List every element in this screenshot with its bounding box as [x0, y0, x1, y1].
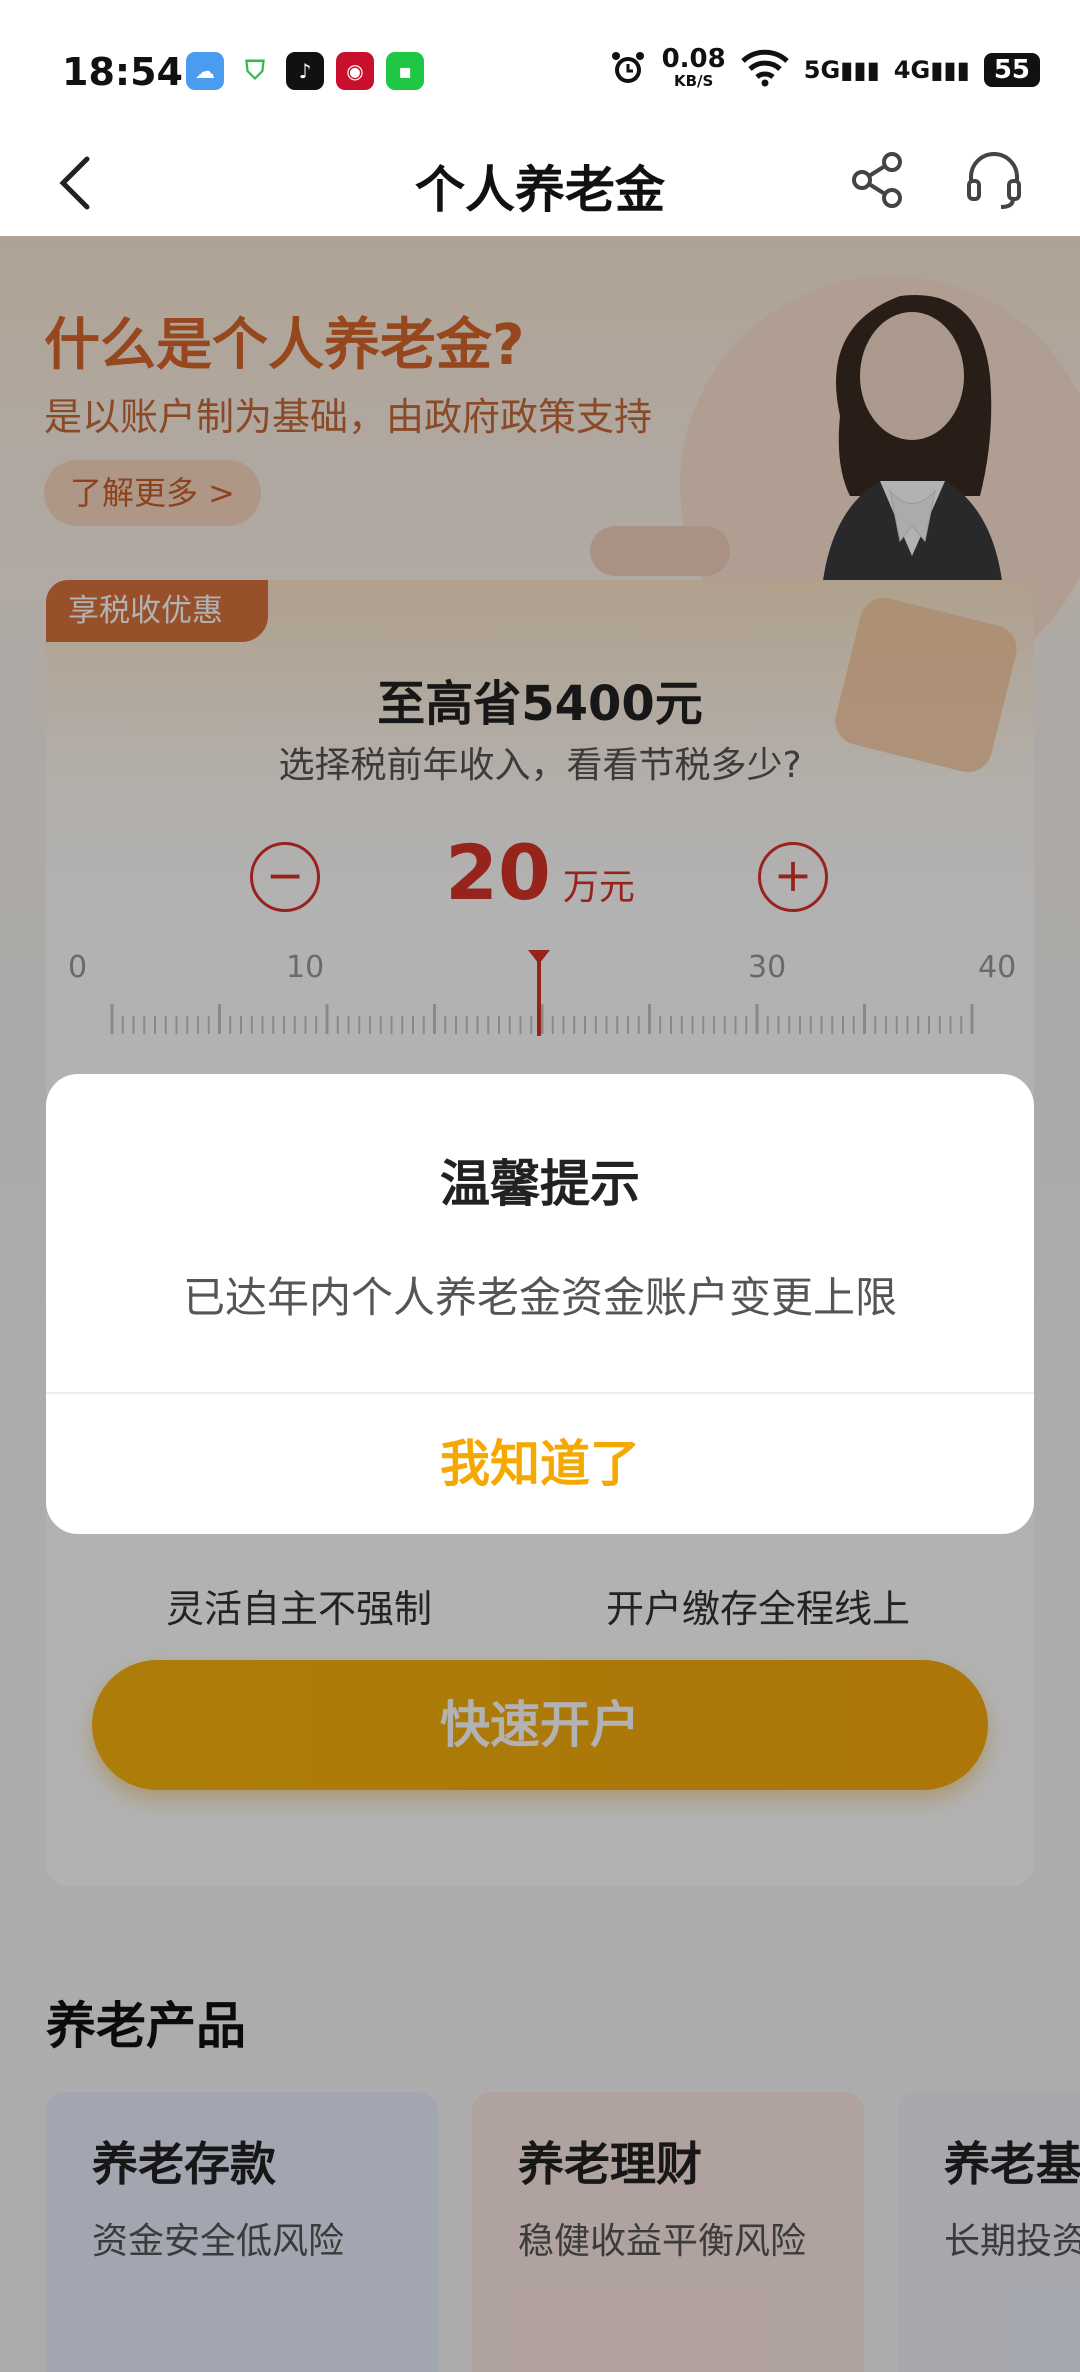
bank-app-icon: ◉ [336, 52, 374, 90]
dialog-title: 温馨提示 [440, 1155, 640, 1213]
share-button[interactable] [842, 144, 914, 216]
dialog-message: 已达年内个人养老金资金账户变更上限 [182, 1273, 897, 1322]
status-bar: 18:54 ☁ ⛉ ♪ ◉ ▪ 0.08 KB/S 5G▮▮▮ 4G▮▮▮ 55 [0, 0, 1080, 130]
headset-icon [967, 152, 1021, 209]
navigation-bar: 个人养老金 [0, 130, 1080, 236]
status-time: 18:54 [62, 50, 183, 94]
page-title: 个人养老金 [415, 161, 665, 219]
shield-app-icon: ⛉ [236, 52, 274, 90]
wifi-icon [740, 49, 790, 91]
alarm-icon [608, 48, 648, 92]
status-app-icons: ☁ ⛉ ♪ ◉ ▪ [186, 52, 424, 90]
charging-app-icon: ▪ [386, 52, 424, 90]
battery-indicator: 55 [983, 53, 1040, 87]
status-indicators: 0.08 KB/S 5G▮▮▮ 4G▮▮▮ 55 [608, 44, 1040, 92]
customer-service-button[interactable] [958, 144, 1030, 216]
dialog-confirm-button[interactable]: 我知道了 [46, 1394, 1034, 1534]
signal-4g-icon: 4G▮▮▮ [893, 56, 970, 84]
notice-dialog: 温馨提示 已达年内个人养老金资金账户变更上限 我知道了 [46, 1074, 1034, 1534]
network-speed: 0.08 KB/S [661, 44, 726, 90]
share-icon [852, 152, 902, 208]
weather-app-icon: ☁ [186, 52, 224, 90]
signal-5g-icon: 5G▮▮▮ [803, 56, 880, 84]
tiktok-app-icon: ♪ [286, 52, 324, 90]
